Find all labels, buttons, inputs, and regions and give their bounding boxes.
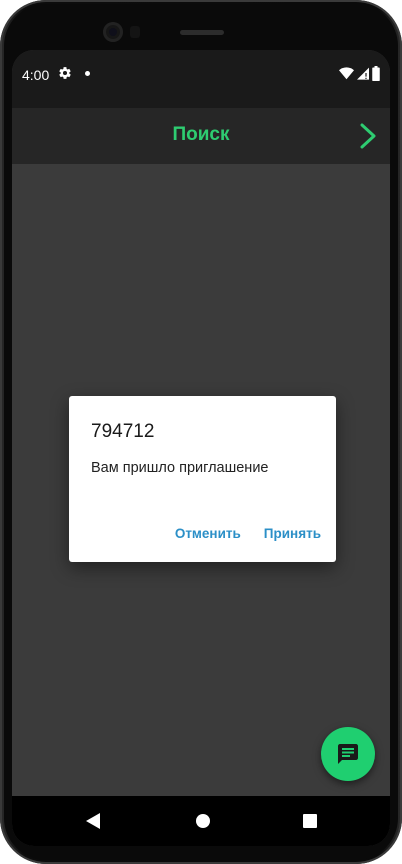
- invitation-dialog: 794712 Вам пришло приглашение Отменить П…: [69, 396, 336, 562]
- chevron-right-icon: [360, 123, 376, 149]
- proximity-sensor: [130, 26, 140, 38]
- screen: 4:00 Поиск 794712 Вам пришло приглашение…: [12, 50, 390, 846]
- gear-icon: [59, 67, 71, 79]
- phone-frame: 4:00 Поиск 794712 Вам пришло приглашение…: [0, 0, 402, 864]
- chat-fab-button[interactable]: [321, 727, 375, 781]
- signal-icon: [357, 67, 369, 80]
- app-bar: Поиск: [12, 108, 390, 164]
- recents-icon: [303, 814, 317, 828]
- recents-button[interactable]: [294, 805, 326, 837]
- system-nav-bar: [12, 796, 390, 846]
- dialog-title: 794712: [91, 421, 155, 442]
- accept-button[interactable]: Принять: [256, 524, 336, 544]
- earpiece-speaker: [180, 30, 224, 35]
- wifi-icon: [339, 67, 354, 80]
- home-icon: [196, 814, 210, 828]
- notification-dot: [85, 71, 90, 76]
- cancel-button[interactable]: Отменить: [167, 524, 256, 544]
- status-bar: 4:00: [12, 50, 390, 108]
- status-icons: [339, 65, 380, 81]
- dialog-message: Вам пришло приглашение: [91, 460, 269, 476]
- back-icon: [86, 813, 100, 829]
- chat-icon: [338, 744, 358, 764]
- battery-icon: [372, 65, 380, 81]
- dialog-actions: Отменить Принять: [167, 524, 336, 544]
- forward-button[interactable]: [352, 120, 384, 152]
- front-camera: [103, 22, 123, 42]
- back-button[interactable]: [77, 805, 109, 837]
- status-time: 4:00: [22, 67, 50, 83]
- page-title: Поиск: [172, 124, 230, 145]
- home-button[interactable]: [187, 805, 219, 837]
